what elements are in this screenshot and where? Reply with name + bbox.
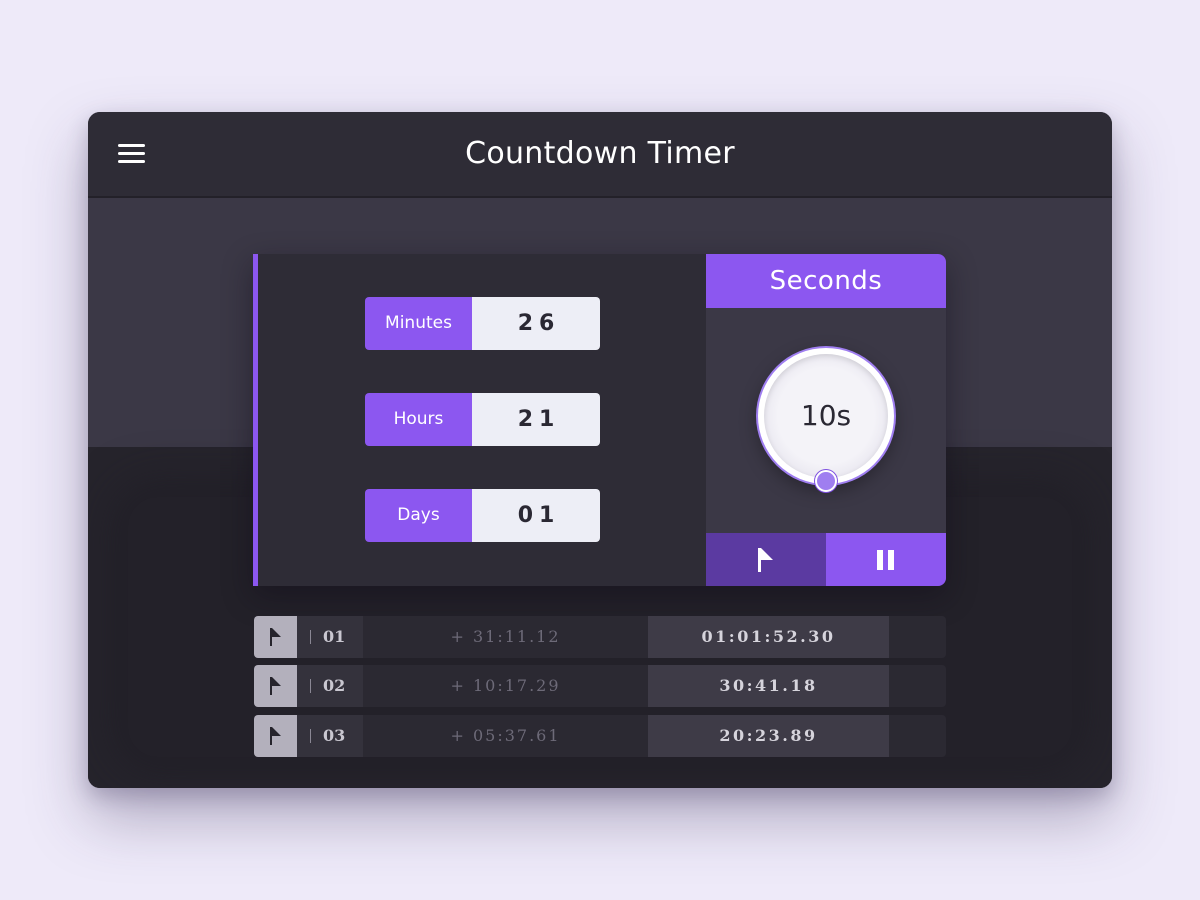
lap-total-time: 01:01:52.30 [648,616,889,658]
lap-number: 02 [323,676,346,695]
flag-icon [758,548,773,572]
page-title: Countdown Timer [465,136,735,171]
pause-icon [877,550,894,570]
lap-split-time: + 05:37.61 [450,726,561,745]
seconds-dial-face: 10s [764,354,888,478]
lap-flag-button[interactable] [254,616,297,658]
hours-value[interactable]: 21 [472,393,600,446]
lap-number: 01 [323,627,346,646]
lap-flag-button[interactable] [706,533,826,586]
divider [310,630,311,644]
seconds-title: Seconds [706,254,946,308]
flag-icon [270,727,281,745]
days-value[interactable]: 01 [472,489,600,542]
panel-accent-bar [253,254,258,586]
lap-flag-button[interactable] [254,715,297,757]
lap-number-cell: 01 [297,616,363,658]
minutes-value[interactable]: 26 [472,297,600,350]
hours-label: Hours [365,393,472,446]
divider [310,729,311,743]
seconds-dial[interactable]: 10s [758,348,894,484]
minutes-label: Minutes [365,297,472,350]
lap-number-cell: 03 [297,715,363,757]
minutes-field[interactable]: Minutes 26 [365,297,600,350]
days-label: Days [365,489,472,542]
app-header: Countdown Timer [88,112,1112,198]
lap-total-time: 20:23.89 [648,715,889,757]
hours-field[interactable]: Hours 21 [365,393,600,446]
dial-handle[interactable] [815,470,837,492]
hamburger-menu-icon[interactable] [118,144,145,164]
lap-split-time: + 31:11.12 [450,627,561,646]
lap-row[interactable]: 02 + 10:17.29 30:41.18 [254,665,946,707]
flag-icon [270,677,281,695]
lap-row[interactable]: 01 + 31:11.12 01:01:52.30 [254,616,946,658]
seconds-value: 10s [800,399,852,432]
seconds-panel: Seconds 10s [706,254,946,586]
divider [310,679,311,693]
lap-number: 03 [323,726,346,745]
days-field[interactable]: Days 01 [365,489,600,542]
lap-split-time: + 10:17.29 [450,676,561,695]
lap-row[interactable]: 03 + 05:37.61 20:23.89 [254,715,946,757]
timer-app-window: Countdown Timer Minutes 26 Hours 21 Days… [88,112,1112,788]
lap-number-cell: 02 [297,665,363,707]
flag-icon [270,628,281,646]
lap-total-time: 30:41.18 [648,665,889,707]
timer-panel: Minutes 26 Hours 21 Days 01 Seconds 10s [253,254,946,586]
lap-flag-button[interactable] [254,665,297,707]
pause-button[interactable] [826,533,946,586]
